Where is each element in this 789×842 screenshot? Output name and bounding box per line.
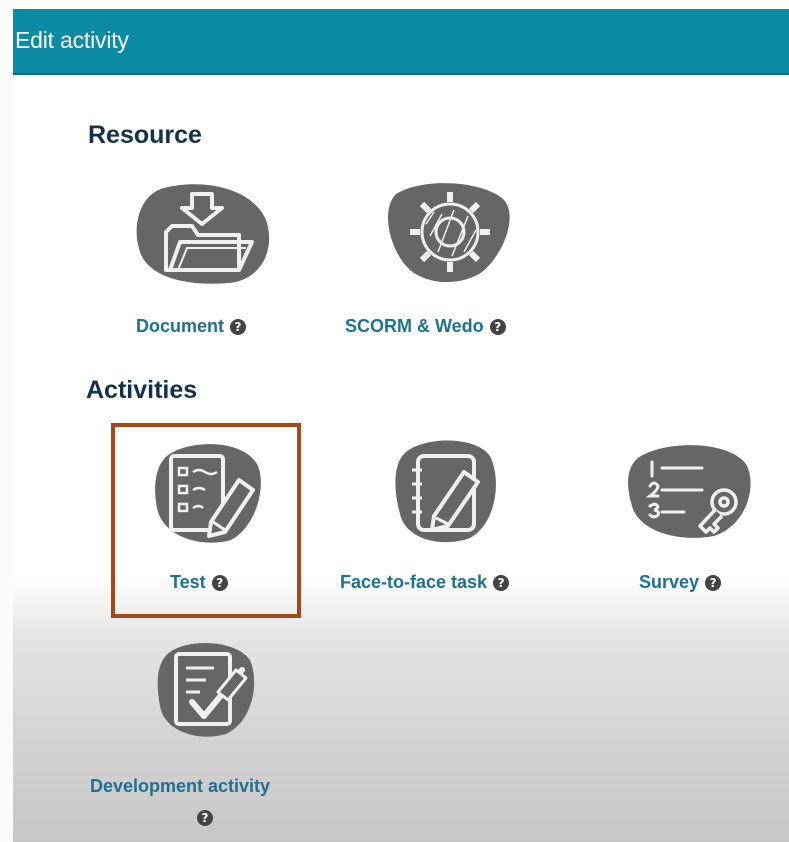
section-title-resource: Resource — [88, 121, 202, 149]
help-icon[interactable]: ? — [197, 810, 213, 826]
dialog-title: Edit activity — [15, 27, 129, 53]
tile-label-scorm: SCORM & Wedo — [345, 316, 484, 336]
tile-label-survey: Survey — [639, 572, 700, 592]
help-icon[interactable]: ? — [211, 574, 228, 591]
notebook-pencil-icon — [395, 440, 496, 543]
help-icon[interactable]: ? — [489, 318, 506, 335]
left-gutter — [0, 0, 13, 842]
tile-label-development-activity: Development activity — [90, 776, 271, 796]
folder-download-icon — [136, 184, 270, 284]
section-title-activities: Activities — [86, 376, 198, 404]
help-icon[interactable]: ? — [493, 574, 510, 591]
help-icon[interactable]: ? — [705, 574, 722, 591]
tile-label-test: Test — [170, 572, 206, 592]
checklist-pencil-icon — [155, 444, 261, 543]
tile-label-document: Document — [136, 316, 225, 336]
tile-label-face-to-face-task: Face-to-face task — [340, 572, 488, 592]
gear-icon — [387, 183, 510, 283]
document-check-icon — [157, 642, 255, 737]
help-icon[interactable]: ? — [230, 318, 247, 335]
dialog-header: Edit activity — [13, 9, 789, 75]
numbered-list-key-icon — [628, 445, 751, 538]
